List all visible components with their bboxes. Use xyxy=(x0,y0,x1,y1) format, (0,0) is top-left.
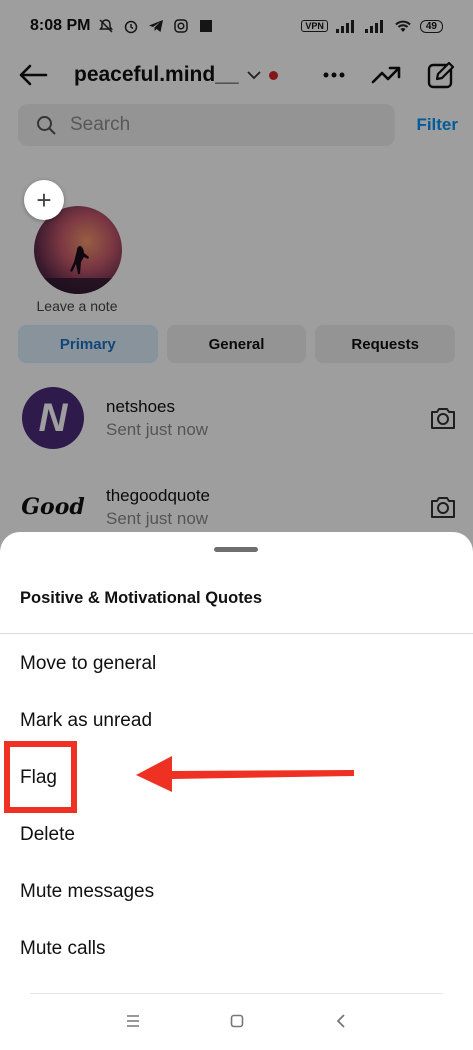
menu-item-mute-calls[interactable]: Mute calls xyxy=(20,938,106,960)
back-icon[interactable] xyxy=(330,1010,352,1032)
sheet-grabber[interactable] xyxy=(214,547,258,552)
divider xyxy=(30,993,443,994)
options-sheet: Positive & Motivational Quotes Move to g… xyxy=(0,532,473,1050)
menu-item-mark-as-unread[interactable]: Mark as unread xyxy=(20,710,152,732)
menu-item-mute-messages[interactable]: Mute messages xyxy=(20,881,154,903)
annotation-arrow-icon xyxy=(136,756,354,792)
system-navigation-bar xyxy=(0,1006,473,1036)
sheet-title: Positive & Motivational Quotes xyxy=(20,589,263,607)
home-icon[interactable] xyxy=(226,1010,248,1032)
divider xyxy=(0,633,473,634)
annotation-highlight-box xyxy=(4,741,77,813)
menu-icon[interactable] xyxy=(122,1010,144,1032)
add-note-icon[interactable]: + xyxy=(24,180,64,220)
menu-item-move-to-general[interactable]: Move to general xyxy=(20,653,156,675)
menu-item-delete[interactable]: Delete xyxy=(20,824,75,846)
